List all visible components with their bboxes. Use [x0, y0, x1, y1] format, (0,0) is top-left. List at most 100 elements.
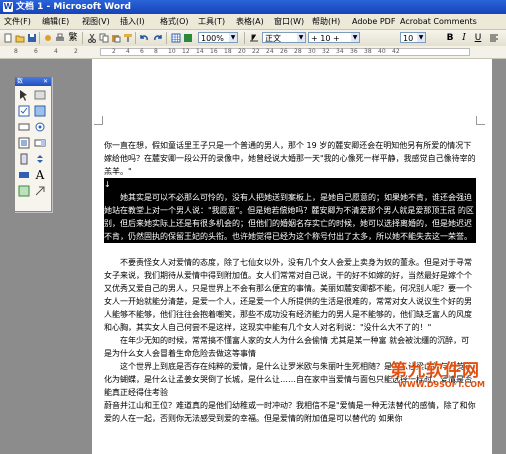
site-watermark: 第九软件网 WWW.D9SOFT.COM — [390, 356, 494, 402]
undo-icon[interactable] — [138, 32, 150, 44]
ruler-number: 32 — [322, 48, 330, 55]
ruler-number: 4 — [54, 48, 58, 55]
scroll-bar-icon[interactable] — [18, 153, 30, 165]
new-document-icon[interactable] — [2, 32, 14, 44]
bold-button[interactable]: B — [444, 32, 456, 44]
format-painter-icon[interactable] — [122, 32, 134, 44]
watermark-url: WWW.D9SOFT.COM — [398, 380, 486, 389]
chevron-down-icon[interactable]: ▼ — [351, 33, 359, 42]
menu-view[interactable]: 视图(V) — [82, 16, 110, 27]
option-button-icon[interactable] — [34, 121, 46, 133]
ruler-number: 36 — [350, 48, 358, 55]
frame-icon[interactable] — [34, 89, 46, 101]
style-combo[interactable]: 正文 ▼ — [262, 32, 306, 43]
list-box-icon[interactable] — [18, 137, 30, 149]
menu-format[interactable]: 格式(O) — [160, 16, 189, 27]
spin-button-icon[interactable] — [34, 153, 46, 165]
window-title: 文档 1 - Microsoft Word — [16, 2, 131, 12]
select-tool-icon[interactable] — [18, 89, 30, 101]
paste-icon[interactable] — [110, 32, 122, 44]
ruler-number: 26 — [280, 48, 288, 55]
toolbar-separator — [244, 32, 245, 44]
ruler-number: 38 — [364, 48, 372, 55]
font-combo[interactable]: + 10 + ▼ — [308, 32, 360, 43]
menu-window[interactable]: 窗口(W) — [274, 16, 304, 27]
ruler-number: 2 — [112, 48, 116, 55]
palette-title[interactable]: 数 ✕ — [15, 77, 51, 86]
redo-icon[interactable] — [152, 32, 164, 44]
ruler-number: 2 — [74, 48, 78, 55]
menu-acrobat-comments[interactable]: Acrobat Comments — [400, 16, 477, 27]
page-corner-mark — [476, 116, 485, 125]
save-icon[interactable] — [26, 32, 38, 44]
menu-tools[interactable]: 工具(T) — [198, 16, 225, 27]
paragraph: 不要责怪女人对爱情的态度，除了七仙女以外，没有几个女人会爱上卖身为奴的董永。但是… — [104, 258, 472, 332]
standard-toolbar: 繁 100% ▼ 正文 ▼ + 10 + ▼ 10 ▼ B I U — [0, 30, 506, 47]
align-left-icon[interactable] — [488, 32, 500, 44]
menu-help[interactable]: 帮助(H) — [312, 16, 340, 27]
ruler-number: 8 — [14, 48, 18, 55]
ruler-number: 40 — [378, 48, 386, 55]
toggle-button-icon[interactable] — [18, 169, 30, 181]
menu-bar: 文件(F) 编辑(E) 视图(V) 插入(I) 格式(O) 工具(T) 表格(A… — [0, 14, 506, 30]
table-icon[interactable] — [170, 32, 182, 44]
permission-icon[interactable] — [42, 32, 54, 44]
style-value: 正文 — [265, 34, 281, 43]
palette-title-text: 数 — [17, 78, 24, 85]
toolbar-separator — [82, 32, 83, 44]
more-controls-icon[interactable] — [34, 185, 46, 197]
excel-icon[interactable] — [182, 32, 194, 44]
menu-insert[interactable]: 插入(I) — [120, 16, 145, 27]
drawing-palette[interactable]: 数 ✕ A — [14, 76, 52, 212]
ruler-number: 20 — [238, 48, 246, 55]
title-bar: W 文档 1 - Microsoft Word — [0, 0, 506, 14]
word-app-icon[interactable]: W — [3, 2, 13, 12]
paragraph: 蔚音并江山和王位？难道真的是他们幼稚或一时冲动？我相信不是"爱情是一种无法替代的… — [104, 401, 476, 423]
page-corner-mark — [94, 116, 103, 125]
print-icon[interactable] — [54, 32, 66, 44]
chevron-down-icon[interactable]: ▼ — [229, 33, 237, 42]
ruler-number: 4 — [126, 48, 130, 55]
underline-button[interactable]: U — [472, 32, 484, 44]
font-size-combo[interactable]: 10 ▼ — [400, 32, 426, 43]
ruler-number: 14 — [196, 48, 204, 55]
ruler-number: 28 — [294, 48, 302, 55]
paragraph: 你一直在想，假如童话里王子只是一个普通的男人，那个 19 岁的麓安卿还会在明知他… — [104, 141, 476, 176]
font-value: + 10 + — [311, 34, 340, 43]
ruler-number: 18 — [224, 48, 232, 55]
menu-adobe-pdf[interactable]: Adobe PDF — [352, 16, 395, 27]
watermark-main: 第九软件网 — [390, 361, 480, 381]
image-control-icon[interactable] — [18, 185, 30, 197]
selected-text[interactable]: ↓ 她其实是可以不必那么可怜的，没有人把她送到案板上，是她自己愿意的；如果她不肯… — [104, 178, 476, 243]
menu-edit[interactable]: 编辑(E) — [42, 16, 69, 27]
italic-button[interactable]: I — [458, 32, 470, 44]
paragraph: 她其实是可以不必那么可怜的，没有人把她送到案板上，是她自己愿意的；如果她不肯，谁… — [104, 193, 474, 241]
font-size-value: 10 — [403, 34, 414, 43]
check-box-icon[interactable] — [18, 105, 30, 117]
cut-icon[interactable] — [86, 32, 98, 44]
copy-icon[interactable] — [98, 32, 110, 44]
combo-box-icon[interactable] — [34, 137, 46, 149]
menu-table[interactable]: 表格(A) — [236, 16, 264, 27]
styles-icon[interactable] — [248, 32, 260, 44]
traditional-chinese-button[interactable]: 繁 — [66, 32, 80, 44]
toolbar-separator — [39, 32, 40, 44]
chevron-down-icon[interactable]: ▼ — [297, 33, 305, 42]
ruler-number: 12 — [182, 48, 190, 55]
close-icon[interactable]: ✕ — [43, 77, 48, 86]
image-icon[interactable] — [34, 105, 46, 117]
ruler-number: 34 — [336, 48, 344, 55]
ruler-number: 24 — [266, 48, 274, 55]
ruler-number: 16 — [210, 48, 218, 55]
selection-mark: ↓ — [104, 180, 111, 189]
ruler-number: 22 — [252, 48, 260, 55]
horizontal-ruler[interactable]: 8 6 4 2 2 4 6 8 10 12 14 16 18 20 22 24 … — [0, 46, 506, 59]
zoom-combo[interactable]: 100% ▼ — [198, 32, 238, 43]
chevron-down-icon[interactable]: ▼ — [417, 33, 425, 42]
ruler-number: 6 — [34, 48, 38, 55]
menu-file[interactable]: 文件(F) — [4, 16, 31, 27]
label-icon[interactable]: A — [34, 169, 46, 181]
ruler-number: 42 — [392, 48, 400, 55]
text-box-icon[interactable] — [18, 121, 30, 133]
open-icon[interactable] — [14, 32, 26, 44]
